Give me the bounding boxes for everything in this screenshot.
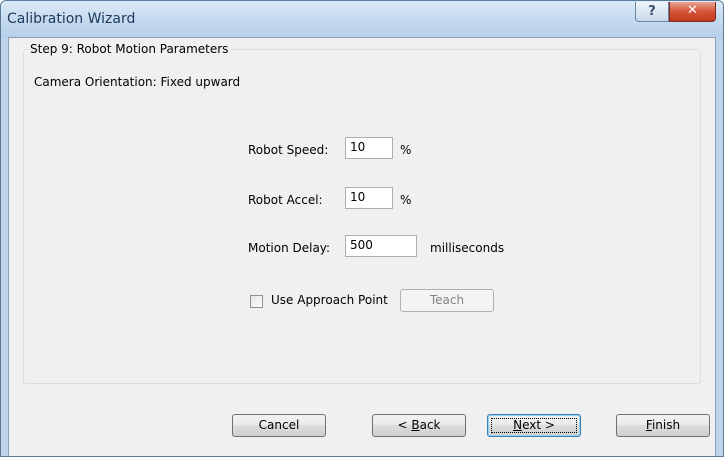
- use-approach-point-checkbox[interactable]: [250, 295, 263, 308]
- next-button[interactable]: Next >: [487, 414, 581, 437]
- motion-delay-unit: milliseconds: [430, 241, 505, 255]
- help-icon: ?: [648, 4, 656, 19]
- calibration-wizard-window: Calibration Wizard ? ✕ Step 9: Robot Mot…: [0, 0, 724, 457]
- focus-rectangle: [491, 418, 577, 433]
- motion-delay-input[interactable]: 500: [345, 235, 417, 257]
- finish-button[interactable]: Finish: [616, 414, 710, 437]
- finish-rest: inish: [651, 418, 681, 432]
- robot-accel-input[interactable]: 10: [345, 187, 393, 209]
- title-bar[interactable]: Calibration Wizard ? ✕: [1, 1, 723, 37]
- camera-orientation-label: Camera Orientation: Fixed upward: [34, 75, 241, 89]
- robot-speed-input[interactable]: 10: [345, 137, 393, 159]
- back-mnemonic: B: [411, 418, 420, 432]
- robot-speed-label: Robot Speed:: [248, 143, 329, 157]
- close-button[interactable]: ✕: [669, 2, 716, 22]
- back-rest: ack: [419, 418, 441, 432]
- step-group-box: Step 9: Robot Motion Parameters: [23, 42, 701, 384]
- window-title: Calibration Wizard: [7, 11, 136, 27]
- robot-accel-unit: %: [400, 193, 412, 207]
- teach-button[interactable]: Teach: [400, 289, 494, 312]
- help-button[interactable]: ?: [635, 2, 669, 22]
- use-approach-point-label[interactable]: Use Approach Point: [271, 293, 388, 307]
- close-icon: ✕: [687, 3, 698, 18]
- back-button[interactable]: < Back: [372, 414, 466, 437]
- dialog-client-area: Step 9: Robot Motion Parameters Camera O…: [8, 37, 716, 456]
- cancel-button[interactable]: Cancel: [232, 414, 326, 437]
- robot-speed-unit: %: [400, 143, 412, 157]
- step-title: Step 9: Robot Motion Parameters: [29, 42, 232, 56]
- motion-delay-label: Motion Delay:: [248, 241, 331, 255]
- robot-accel-label: Robot Accel:: [248, 193, 323, 207]
- back-prefix: <: [397, 418, 412, 432]
